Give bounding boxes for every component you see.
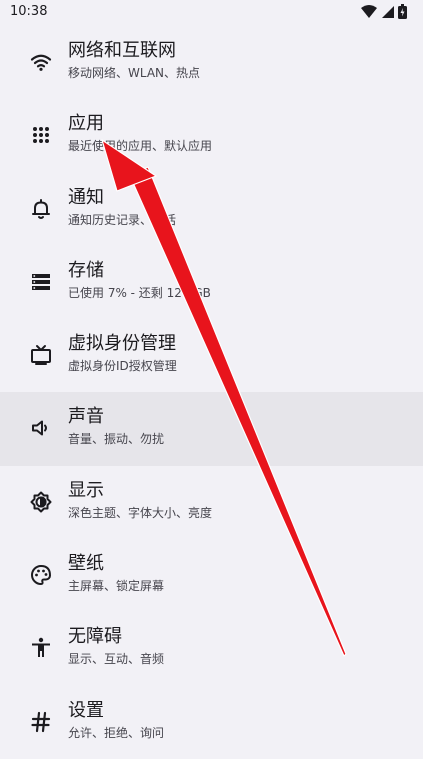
- wifi-icon: [361, 4, 377, 19]
- settings-item-storage[interactable]: 存储 已使用 7% - 还剩 127 GB: [0, 246, 423, 319]
- hash-icon: [29, 710, 53, 734]
- tv-icon: [29, 343, 53, 367]
- settings-item-notifications[interactable]: 通知 通知历史记录、对话: [0, 173, 423, 246]
- settings-item-title: 通知: [68, 186, 104, 208]
- settings-item-subtitle: 虚拟身份ID授权管理: [68, 359, 177, 374]
- settings-item-subtitle: 音量、振动、勿扰: [68, 432, 165, 447]
- settings-item-title: 设置: [68, 699, 104, 721]
- settings-item-title: 存储: [68, 259, 104, 281]
- settings-item-subtitle: 主屏幕、锁定屏幕: [68, 579, 165, 594]
- apps-grid-icon: [29, 123, 53, 147]
- storage-icon: [29, 270, 53, 294]
- settings-item-subtitle: 深色主题、字体大小、亮度: [68, 505, 213, 520]
- settings-item-title: 无障碍: [68, 626, 122, 648]
- settings-item-title: 壁纸: [68, 553, 104, 575]
- bell-icon: [29, 197, 53, 221]
- settings-item-subtitle: 通知历史记录、对话: [68, 212, 177, 227]
- status-time: 10:38: [10, 4, 48, 19]
- settings-item-subtitle: 显示、互动、音频: [68, 652, 165, 667]
- settings-item-title: 虚拟身份管理: [68, 333, 176, 355]
- brightness-icon: [29, 490, 53, 514]
- settings-item-subtitle: 已使用 7% - 还剩 127 GB: [68, 285, 211, 300]
- battery-icon: [398, 4, 407, 19]
- wifi-icon: [29, 50, 53, 74]
- settings-item-title: 显示: [68, 479, 104, 501]
- settings-item-subtitle: 最近使用的应用、默认应用: [68, 139, 213, 154]
- settings-list: 网络和互联网 移动网络、WLAN、热点 应用 最近使用的应用、默认应用 通知 通…: [0, 26, 423, 759]
- settings-item-subtitle: 允许、拒绝、询问: [68, 725, 165, 740]
- settings-item-virtual-identity[interactable]: 虚拟身份管理 虚拟身份ID授权管理: [0, 319, 423, 392]
- speaker-icon: [29, 416, 53, 440]
- signal-icon: [381, 5, 394, 19]
- settings-item-title: 声音: [68, 406, 104, 428]
- settings-item-subtitle: 移动网络、WLAN、热点: [68, 66, 201, 80]
- settings-item-network[interactable]: 网络和互联网 移动网络、WLAN、热点: [0, 26, 423, 99]
- accessibility-icon: [29, 636, 53, 660]
- settings-item-title: 网络和互联网: [68, 40, 176, 61]
- settings-item-wallpaper[interactable]: 壁纸 主屏幕、锁定屏幕: [0, 539, 423, 612]
- settings-item-sound[interactable]: 声音 音量、振动、勿扰: [0, 392, 423, 466]
- settings-item-title: 应用: [68, 113, 104, 135]
- palette-icon: [29, 563, 53, 587]
- settings-item-settings[interactable]: 设置 允许、拒绝、询问: [0, 686, 423, 759]
- settings-item-accessibility[interactable]: 无障碍 显示、互动、音频: [0, 612, 423, 685]
- status-icons: [361, 4, 407, 19]
- settings-item-display[interactable]: 显示 深色主题、字体大小、亮度: [0, 466, 423, 539]
- status-bar: 10:38: [0, 0, 423, 26]
- settings-item-apps[interactable]: 应用 最近使用的应用、默认应用: [0, 99, 423, 172]
